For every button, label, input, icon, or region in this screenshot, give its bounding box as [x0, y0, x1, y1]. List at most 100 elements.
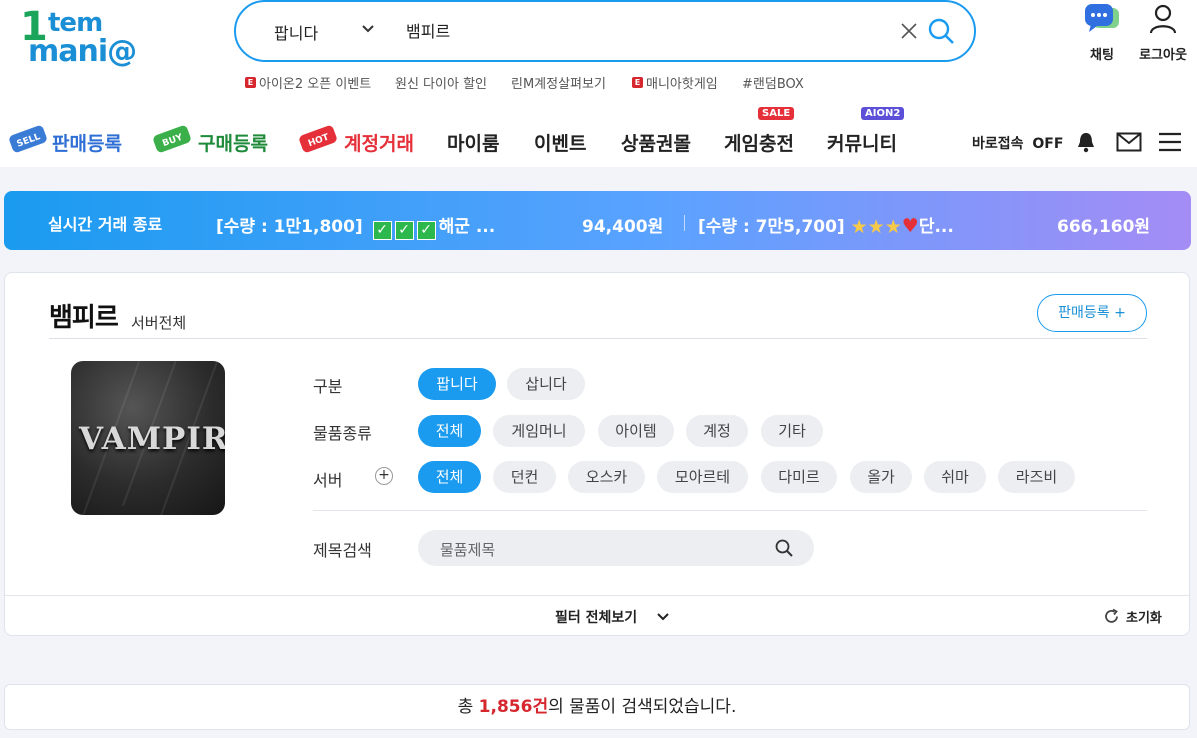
nav-community[interactable]: 커뮤니티 — [827, 129, 897, 156]
kind-option-etc[interactable]: 기타 — [761, 415, 823, 447]
divider — [5, 595, 1189, 596]
game-logo-text: VAMPIR — [79, 421, 225, 457]
quick-link-label: #랜덤BOX — [742, 77, 804, 92]
title-search-field[interactable]: 물품제목 — [418, 530, 814, 566]
heart-icon: ♥ — [901, 215, 919, 237]
view-all-filters-button[interactable]: 필터 전체보기 — [555, 607, 670, 627]
clear-icon[interactable] — [898, 20, 920, 42]
search-icon[interactable] — [774, 538, 794, 558]
sell-register-button[interactable]: 판매등록 + — [1037, 294, 1147, 332]
quick-link-3[interactable]: 린M계정살펴보기 — [511, 73, 606, 92]
server-label: 서버 — [313, 471, 343, 490]
live-title: 실시간 거래 종료 — [48, 215, 163, 234]
logout-label: 로그아웃 — [1139, 48, 1187, 63]
quick-link-label: 린M계정살펴보기 — [511, 77, 606, 92]
server-option[interactable]: 던컨 — [493, 461, 556, 493]
divider — [49, 338, 1147, 339]
check-icon: ✓ — [394, 221, 414, 240]
quick-link-1[interactable]: E 아이온2 오픈 이벤트 — [245, 73, 371, 92]
check-icon: ✓ — [372, 221, 392, 240]
kind-option-game-money[interactable]: 게임머니 — [493, 415, 585, 447]
bell-icon[interactable] — [1076, 131, 1096, 153]
search-bar: 팝니다 — [234, 0, 976, 62]
nav-myroom[interactable]: 마이룸 — [447, 129, 499, 156]
filter-panel: 뱀피르 서버전체 판매등록 + VAMPIR 구분 팝니다 삽니다 물품종류 전… — [4, 272, 1190, 636]
nav-event[interactable]: 이벤트 — [534, 129, 586, 156]
kind-option-account[interactable]: 계정 — [686, 415, 748, 447]
logo-part-3: mani@ — [28, 34, 137, 69]
reset-label: 초기화 — [1126, 611, 1162, 626]
chevron-down-icon[interactable] — [360, 16, 376, 41]
quick-link-4[interactable]: E 매니아핫게임 — [632, 73, 718, 92]
server-option[interactable]: 모아르테 — [657, 461, 748, 493]
event-badge-icon: E — [245, 77, 256, 88]
star-icon: ★ — [850, 216, 868, 238]
live-item-price: 94,400원 — [582, 217, 664, 237]
search-category-select[interactable]: 팝니다 — [274, 20, 318, 44]
live-trade-item-2[interactable]: [수량 : 7만5,700] ★★★♥단... — [698, 212, 954, 238]
chat-label: 채팅 — [1090, 48, 1114, 63]
mail-icon[interactable] — [1116, 132, 1142, 152]
nav-buy[interactable]: 구매등록 — [198, 129, 268, 156]
logout-button[interactable]: 로그아웃 — [1134, 2, 1192, 63]
header: 1 tem mani@ 팝니다 E아이온2 오픈 이벤트 원신 다이아 할인 린… — [0, 0, 1197, 167]
chat-icon — [1085, 4, 1119, 32]
buy-badge-icon: BUY — [153, 125, 191, 153]
quick-link-2[interactable]: 원신 다이아 할인 — [395, 73, 487, 92]
quick-link-label: 매니아핫게임 — [646, 77, 718, 92]
user-icon — [1149, 4, 1177, 34]
search-icon[interactable] — [926, 16, 956, 46]
server-option[interactable]: 올가 — [850, 461, 912, 493]
nav-game-charge[interactable]: 게임충전 — [724, 129, 794, 156]
type-option-sell[interactable]: 팝니다 — [418, 368, 496, 400]
reset-button[interactable]: 초기화 — [1103, 607, 1162, 626]
live-item-price: 666,160원 — [1057, 217, 1151, 237]
title-search-label: 제목검색 — [313, 541, 372, 560]
direct-access-state: OFF — [1032, 136, 1064, 152]
nav-voucher[interactable]: 상품권몰 — [621, 129, 691, 156]
result-count: 1,856건 — [478, 697, 549, 717]
result-prefix: 총 — [457, 697, 479, 717]
site-logo[interactable]: 1 tem mani@ — [18, 4, 173, 69]
quick-link-label: 원신 다이아 할인 — [395, 77, 487, 92]
server-subtitle: 서버전체 — [131, 314, 187, 332]
direct-access-toggle[interactable]: 바로접속 OFF — [972, 133, 1063, 153]
game-logo-image: VAMPIR — [71, 361, 225, 515]
chevron-down-icon — [657, 613, 669, 621]
page-title: 뱀피르 — [49, 303, 119, 333]
star-icon: ★ — [884, 216, 902, 238]
server-option-all[interactable]: 전체 — [418, 461, 481, 493]
divider — [684, 215, 685, 231]
search-result-summary: 총 1,856건의 물품이 검색되었습니다. — [4, 684, 1190, 730]
nav-sell[interactable]: 판매등록 — [52, 129, 122, 156]
chat-button[interactable]: 채팅 — [1082, 2, 1122, 63]
hot-badge-icon: HOT — [299, 125, 337, 153]
result-suffix: 의 물품이 검색되었습니다. — [548, 697, 737, 717]
live-trade-item-1[interactable]: [수량 : 1만1,800] ✓ ✓ ✓ 해군 ... — [216, 212, 495, 240]
title-search-placeholder: 물품제목 — [440, 541, 496, 559]
search-input[interactable] — [406, 20, 886, 39]
view-all-label: 필터 전체보기 — [555, 610, 638, 626]
live-item-suffix: 해군 ... — [438, 217, 496, 237]
divider — [313, 510, 1147, 511]
kind-option-item[interactable]: 아이템 — [598, 415, 674, 447]
server-option[interactable]: 쉬마 — [924, 461, 986, 493]
server-option[interactable]: 오스카 — [568, 461, 645, 493]
quick-link-5[interactable]: #랜덤BOX — [742, 73, 804, 92]
live-item-quantity: [수량 : 7만5,700] — [698, 217, 845, 237]
event-badge-icon: E — [632, 77, 643, 88]
aion2-tag: AION2 — [861, 107, 905, 120]
server-option[interactable]: 라즈비 — [998, 461, 1075, 493]
live-item-quantity: [수량 : 1만1,800] — [216, 217, 363, 237]
refresh-icon — [1105, 608, 1118, 623]
live-trade-banner: 실시간 거래 종료 [수량 : 1만1,800] ✓ ✓ ✓ 해군 ... 94,40… — [4, 191, 1191, 250]
nav-account-trade[interactable]: 계정거래 — [344, 129, 414, 156]
live-item-suffix: 단... — [918, 217, 954, 237]
menu-icon[interactable] — [1158, 131, 1182, 153]
check-icon: ✓ — [416, 221, 436, 240]
server-option[interactable]: 다미르 — [761, 461, 837, 493]
kind-option-all[interactable]: 전체 — [418, 415, 481, 447]
type-option-buy[interactable]: 삽니다 — [507, 368, 585, 400]
direct-access-label: 바로접속 — [972, 136, 1024, 152]
expand-plus-icon[interactable]: + — [375, 467, 393, 485]
